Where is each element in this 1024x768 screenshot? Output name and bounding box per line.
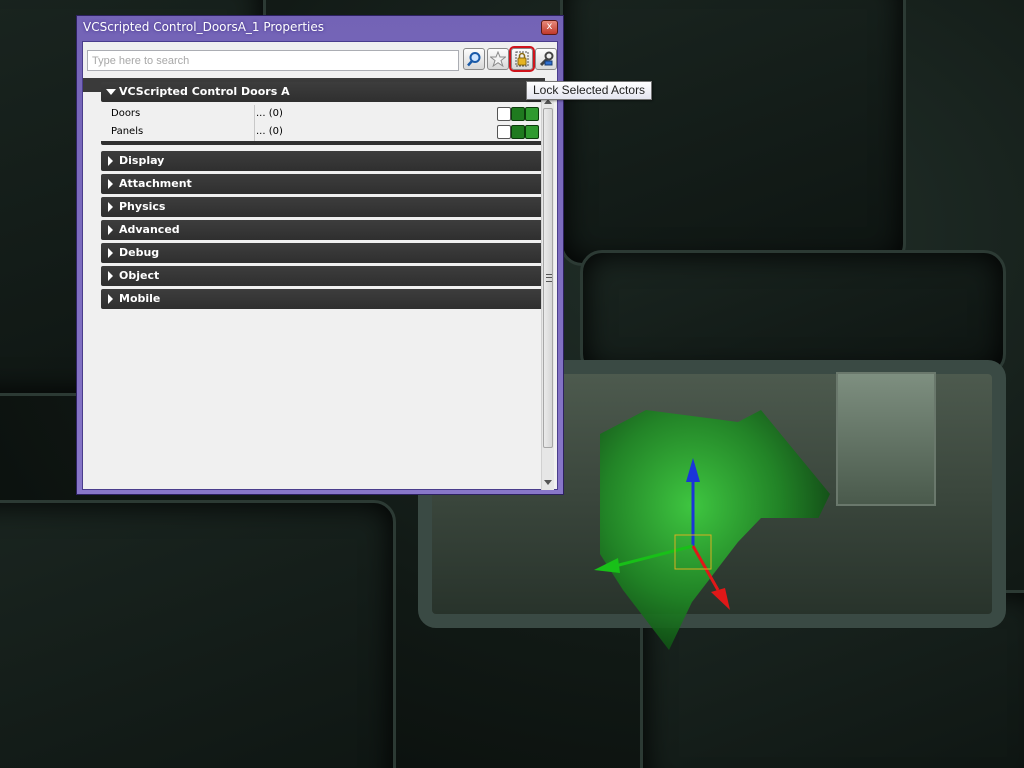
favorites-button[interactable] (487, 48, 509, 70)
properties-client: VCScripted Control Doors A Doors ... (0)… (82, 41, 558, 490)
expand-arrow-icon (108, 202, 113, 212)
category-label: Object (119, 269, 160, 282)
star-icon (490, 51, 506, 67)
category-mobile[interactable]: Mobile (101, 289, 543, 309)
title-bar[interactable]: VCScripted Control_DoorsA_1 Properties x (77, 16, 563, 38)
magnifier-icon (467, 52, 481, 67)
grip-icon (546, 274, 552, 282)
category-label: Debug (119, 246, 160, 259)
category-label: Attachment (119, 177, 192, 190)
category-debug[interactable]: Debug (101, 243, 543, 263)
category-physics[interactable]: Physics (101, 197, 543, 217)
category-label: VCScripted Control Doors A (119, 85, 290, 98)
expand-arrow-icon (108, 179, 113, 189)
vertical-scrollbar[interactable] (541, 94, 554, 490)
browse-icon[interactable] (511, 107, 525, 121)
category-object[interactable]: Object (101, 266, 543, 286)
window-title: VCScripted Control_DoorsA_1 Properties (83, 20, 324, 34)
property-actions (497, 125, 541, 139)
collapse-arrow-icon (106, 89, 116, 95)
wrench-icon (539, 51, 554, 67)
lock-selected-actors-button[interactable] (509, 46, 535, 72)
property-name: Doors (111, 108, 141, 119)
property-actions (497, 107, 541, 121)
property-value[interactable]: ... (0) (256, 108, 283, 119)
category-label: Display (119, 154, 165, 167)
search-input[interactable] (87, 50, 459, 71)
expand-arrow-icon (108, 156, 113, 166)
expand-arrow-icon (108, 294, 113, 304)
scroll-thumb[interactable] (543, 108, 553, 448)
y-axis-handle (614, 544, 694, 568)
close-button[interactable]: x (541, 20, 558, 35)
tools-button[interactable] (535, 48, 557, 70)
expand-arrow-icon (108, 248, 113, 258)
property-tree: VCScripted Control Doors A Doors ... (0)… (101, 82, 543, 312)
x-axis-handle (691, 545, 720, 591)
properties-window: VCScripted Control_DoorsA_1 Properties x (76, 15, 564, 495)
x-axis-arrow (711, 588, 730, 610)
reset-icon[interactable] (497, 107, 511, 121)
category-display[interactable]: Display (101, 151, 543, 171)
expand-arrow-icon (108, 225, 113, 235)
column-divider[interactable] (254, 105, 255, 123)
property-name: Panels (111, 126, 144, 137)
property-row-doors[interactable]: Doors ... (0) (101, 105, 543, 123)
expand-arrow-icon (108, 271, 113, 281)
property-row-panels[interactable]: Panels ... (0) (101, 123, 543, 141)
tooltip: Lock Selected Actors (526, 81, 653, 100)
category-label: Mobile (119, 292, 161, 305)
category-label: Physics (119, 200, 166, 213)
lock-icon (515, 51, 529, 67)
property-value[interactable]: ... (0) (256, 126, 283, 137)
column-divider[interactable] (254, 123, 255, 141)
y-axis-arrow (594, 558, 620, 573)
reset-icon[interactable] (497, 125, 511, 139)
category-advanced[interactable]: Advanced (101, 220, 543, 240)
scroll-down-icon[interactable] (544, 480, 552, 485)
use-selected-icon[interactable] (525, 125, 539, 139)
search-button[interactable] (463, 48, 485, 70)
z-axis-arrow (686, 458, 700, 482)
category-label: Advanced (119, 223, 180, 236)
category-vcscripted-control-doors-a[interactable]: VCScripted Control Doors A (101, 82, 543, 102)
toolbar (87, 46, 557, 74)
category-footer (101, 141, 543, 145)
browse-icon[interactable] (511, 125, 525, 139)
category-attachment[interactable]: Attachment (101, 174, 543, 194)
use-selected-icon[interactable] (525, 107, 539, 121)
